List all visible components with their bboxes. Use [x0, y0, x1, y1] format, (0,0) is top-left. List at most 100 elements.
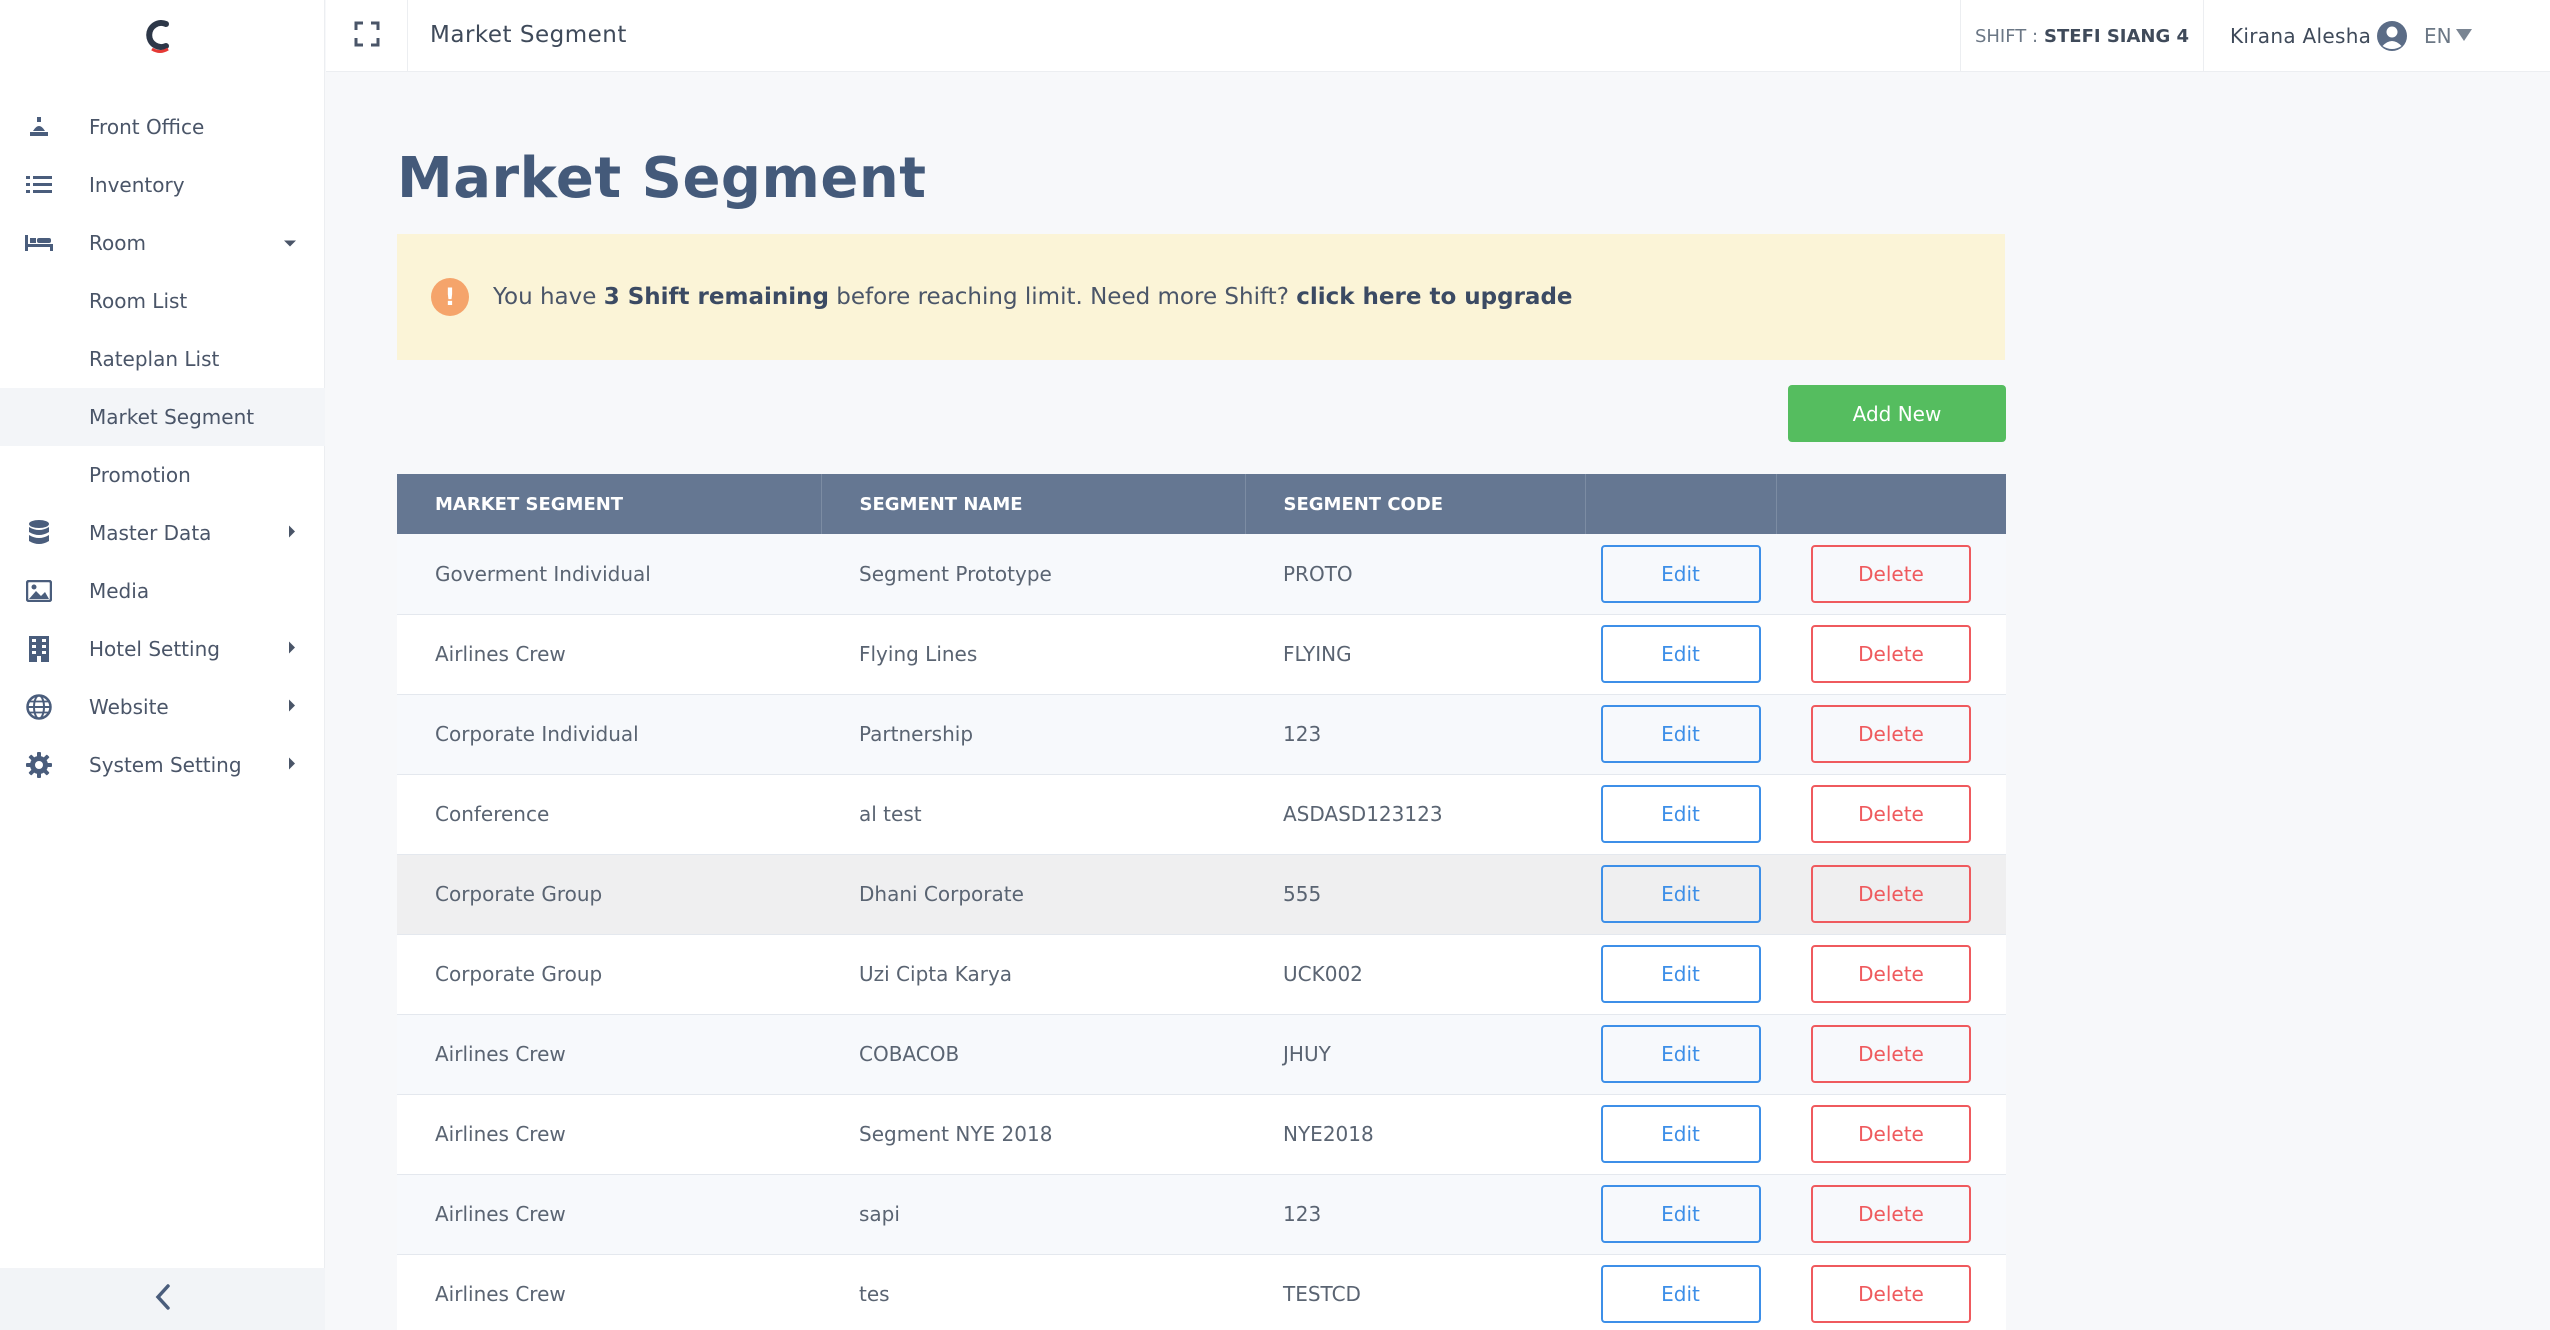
cell-segment-name: Dhani Corporate: [859, 882, 1024, 906]
cell-segment-code: TESTCD: [1283, 1282, 1361, 1306]
sidebar-item-system-setting[interactable]: System Setting: [0, 736, 325, 794]
edit-button[interactable]: Edit: [1600, 544, 1761, 603]
delete-button[interactable]: Delete: [1811, 1265, 1971, 1323]
cell-segment-name: COBACOB: [859, 1042, 960, 1066]
edit-button[interactable]: Edit: [1600, 1185, 1761, 1243]
sidebar-item-label: Master Data: [89, 521, 212, 545]
database-icon: [24, 518, 54, 548]
edit-button[interactable]: Edit: [1600, 1105, 1761, 1163]
cell-market-segment: Goverment Individual: [435, 561, 651, 586]
sidebar-item-inventory[interactable]: Inventory: [0, 156, 325, 214]
sidebar-item-promotion[interactable]: Promotion: [0, 446, 325, 504]
table-row: Airlines Crew Flying Lines FLYING Edit D…: [397, 614, 2006, 694]
user-name[interactable]: Kirana Alesha: [2230, 24, 2371, 48]
delete-button[interactable]: Delete: [1811, 705, 1971, 763]
column-header-delete: [1776, 474, 2006, 534]
sidebar-item-room[interactable]: Room: [0, 214, 325, 272]
cell-delete: Delete: [1776, 934, 2006, 1014]
sidebar-item-label: Front Office: [89, 115, 205, 139]
table-row: Airlines Crew COBACOB JHUY Edit Delete: [397, 1014, 2006, 1094]
cell-delete: Delete: [1776, 534, 2006, 614]
cell-market-segment: Airlines Crew: [435, 1122, 566, 1146]
upgrade-alert: ! You have 3 Shift remaining before reac…: [397, 234, 2005, 360]
sidebar-item-master-data[interactable]: Master Data: [0, 504, 325, 562]
edit-button[interactable]: Edit: [1600, 1265, 1761, 1323]
column-header-market-segment[interactable]: MARKET SEGMENT: [397, 474, 822, 534]
sidebar-item-media[interactable]: Media: [0, 562, 325, 620]
shift-value: STEFI SIANG 4: [2044, 25, 2190, 47]
table-row: Airlines Crew Segment NYE 2018 NYE2018 E…: [397, 1094, 2006, 1174]
sidebar-item-hotel-setting[interactable]: Hotel Setting: [0, 620, 325, 678]
chevron-right-icon: [287, 756, 297, 775]
cell-market-segment: Airlines Crew: [435, 1282, 566, 1306]
sidebar-item-label: Inventory: [89, 173, 185, 197]
delete-button[interactable]: Delete: [1811, 625, 1971, 683]
bell-icon: [24, 112, 54, 142]
cell-segment-name: Partnership: [859, 722, 974, 746]
user-avatar-icon[interactable]: [2376, 20, 2408, 52]
list-icon: [24, 170, 54, 200]
cell-segment-name: tes: [859, 1282, 890, 1306]
fullscreen-button[interactable]: [326, 0, 408, 72]
page-title: Market Segment: [397, 146, 927, 211]
alert-middle: before reaching limit. Need more Shift?: [828, 284, 1297, 310]
upgrade-link[interactable]: click here to upgrade: [1296, 284, 1572, 310]
edit-button[interactable]: Edit: [1600, 625, 1761, 683]
edit-button[interactable]: Edit: [1600, 785, 1761, 843]
caret-down-icon[interactable]: [2456, 29, 2472, 41]
globe-icon: [24, 692, 54, 722]
edit-button[interactable]: Edit: [1600, 945, 1761, 1003]
cell-segment-name: al test: [859, 802, 922, 826]
edit-button[interactable]: Edit: [1600, 1025, 1761, 1083]
table-row: Corporate Group Uzi Cipta Karya UCK002 E…: [397, 934, 2006, 1014]
cell-market-segment: Corporate Group: [435, 962, 603, 986]
brand-logo[interactable]: [140, 16, 180, 56]
table-row: Corporate Individual Partnership 123 Edi…: [397, 694, 2006, 774]
delete-button[interactable]: Delete: [1811, 1185, 1971, 1243]
cell-edit: Edit: [1585, 614, 1776, 694]
shift-label: SHIFT :: [1974, 25, 2039, 47]
cell-segment-code: 123: [1283, 722, 1322, 746]
language-selector[interactable]: EN: [2424, 24, 2452, 48]
delete-button[interactable]: Delete: [1811, 785, 1971, 843]
table-row: Airlines Crew tes TESTCD Edit Delete: [397, 1254, 2006, 1330]
delete-button[interactable]: Delete: [1811, 1105, 1971, 1163]
cell-segment-code: UCK002: [1283, 962, 1363, 986]
cell-edit: Edit: [1585, 1254, 1776, 1330]
delete-button[interactable]: Delete: [1811, 1025, 1971, 1083]
cell-delete: Delete: [1776, 1094, 2006, 1174]
column-header-segment-code[interactable]: SEGMENT CODE: [1245, 474, 1586, 534]
cell-segment-code: PROTO: [1283, 561, 1353, 586]
building-icon: [24, 634, 54, 664]
sidebar-item-label: Promotion: [89, 463, 191, 487]
expand-icon: [354, 21, 380, 51]
delete-button[interactable]: Delete: [1811, 544, 1971, 603]
sidebar-collapse-button[interactable]: [0, 1268, 325, 1330]
delete-button[interactable]: Delete: [1811, 945, 1971, 1003]
edit-button[interactable]: Edit: [1600, 865, 1761, 923]
edit-button[interactable]: Edit: [1600, 705, 1761, 763]
sidebar-item-room-list[interactable]: Room List: [0, 272, 325, 330]
table-row: Goverment Individual Segment Prototype P…: [397, 534, 2006, 614]
cell-segment-name: Flying Lines: [859, 642, 978, 666]
cell-segment-code: JHUY: [1283, 1042, 1331, 1066]
exclamation-icon: !: [431, 278, 469, 316]
cell-edit: Edit: [1585, 694, 1776, 774]
delete-button[interactable]: Delete: [1811, 865, 1971, 923]
cell-segment-code: 123: [1283, 1202, 1322, 1226]
chevron-down-icon: [283, 234, 297, 253]
cell-edit: Edit: [1585, 774, 1776, 854]
sidebar-item-label: Market Segment: [89, 405, 255, 429]
cell-delete: Delete: [1776, 1014, 2006, 1094]
sidebar-item-market-segment[interactable]: Market Segment: [0, 388, 325, 446]
sidebar: Front Office Inventory Room Room List Ra…: [0, 0, 325, 1330]
sidebar-item-website[interactable]: Website: [0, 678, 325, 736]
sidebar-item-rateplan-list[interactable]: Rateplan List: [0, 330, 325, 388]
cell-edit: Edit: [1585, 934, 1776, 1014]
column-header-segment-name[interactable]: SEGMENT NAME: [821, 474, 1246, 534]
add-new-button[interactable]: Add New: [1788, 385, 2006, 442]
sidebar-item-label: System Setting: [89, 753, 242, 777]
sidebar-item-front-office[interactable]: Front Office: [0, 98, 325, 156]
cell-edit: Edit: [1585, 1094, 1776, 1174]
chevron-right-icon: [287, 524, 297, 543]
